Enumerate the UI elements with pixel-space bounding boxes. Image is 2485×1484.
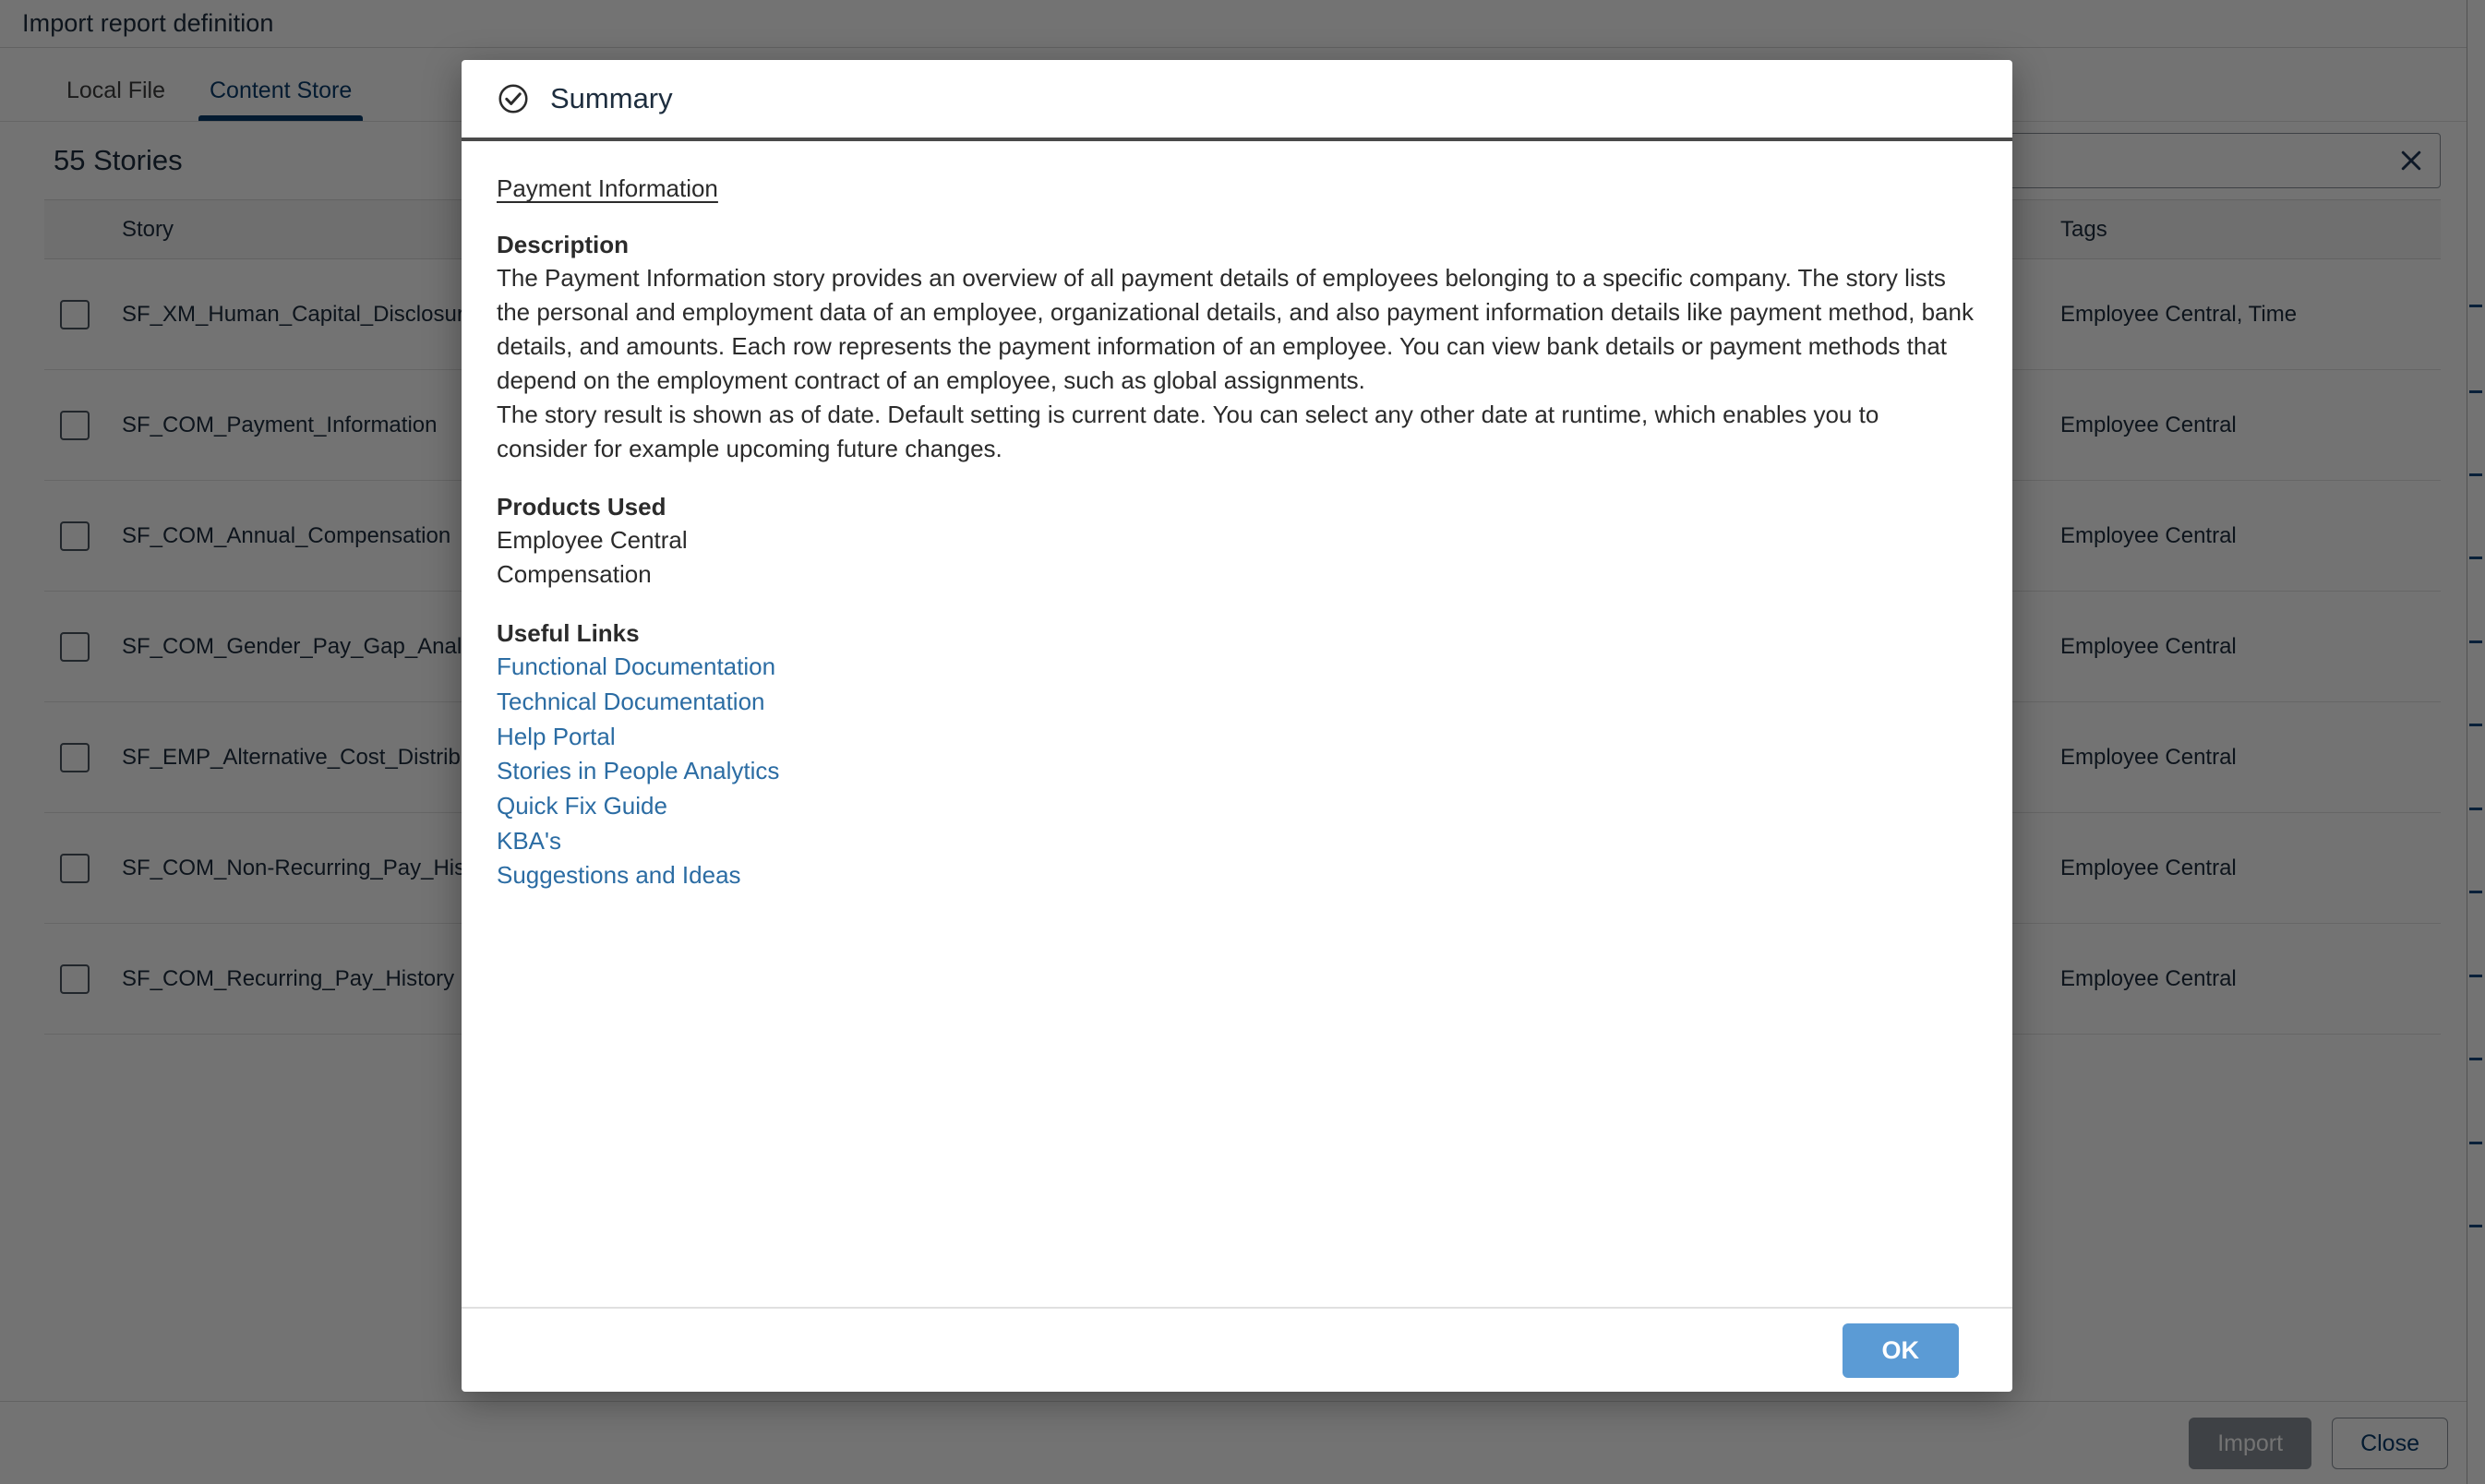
link-help-portal[interactable]: Help Portal	[497, 720, 616, 755]
summary-dialog-title: Summary	[550, 82, 673, 114]
summary-dialog-body: Payment Information Description The Paym…	[462, 141, 2012, 1307]
product-item: Compensation	[497, 560, 652, 589]
summary-dialog-footer: OK	[462, 1307, 2012, 1392]
link-kbas[interactable]: KBA's	[497, 824, 561, 859]
link-quick-fix-guide[interactable]: Quick Fix Guide	[497, 789, 667, 824]
description-heading: Description	[497, 231, 630, 258]
products-used-heading: Products Used	[497, 493, 666, 521]
link-functional-documentation[interactable]: Functional Documentation	[497, 650, 775, 685]
link-technical-documentation[interactable]: Technical Documentation	[497, 685, 765, 720]
link-suggestions-and-ideas[interactable]: Suggestions and Ideas	[497, 858, 741, 893]
description-paragraph: The story result is shown as of date. De…	[497, 400, 1879, 462]
product-item: Employee Central	[497, 526, 688, 555]
link-stories-in-people-analytics[interactable]: Stories in People Analytics	[497, 754, 779, 789]
useful-links-heading: Useful Links	[497, 619, 640, 648]
story-name-heading: Payment Information	[497, 174, 718, 202]
description-paragraph: The Payment Information story provides a…	[497, 264, 1974, 394]
ok-button[interactable]: OK	[1842, 1322, 1959, 1378]
summary-dialog: Summary Payment Information Description …	[462, 60, 2012, 1392]
summary-dialog-header: Summary	[462, 60, 2012, 141]
check-circle-icon	[497, 82, 530, 115]
